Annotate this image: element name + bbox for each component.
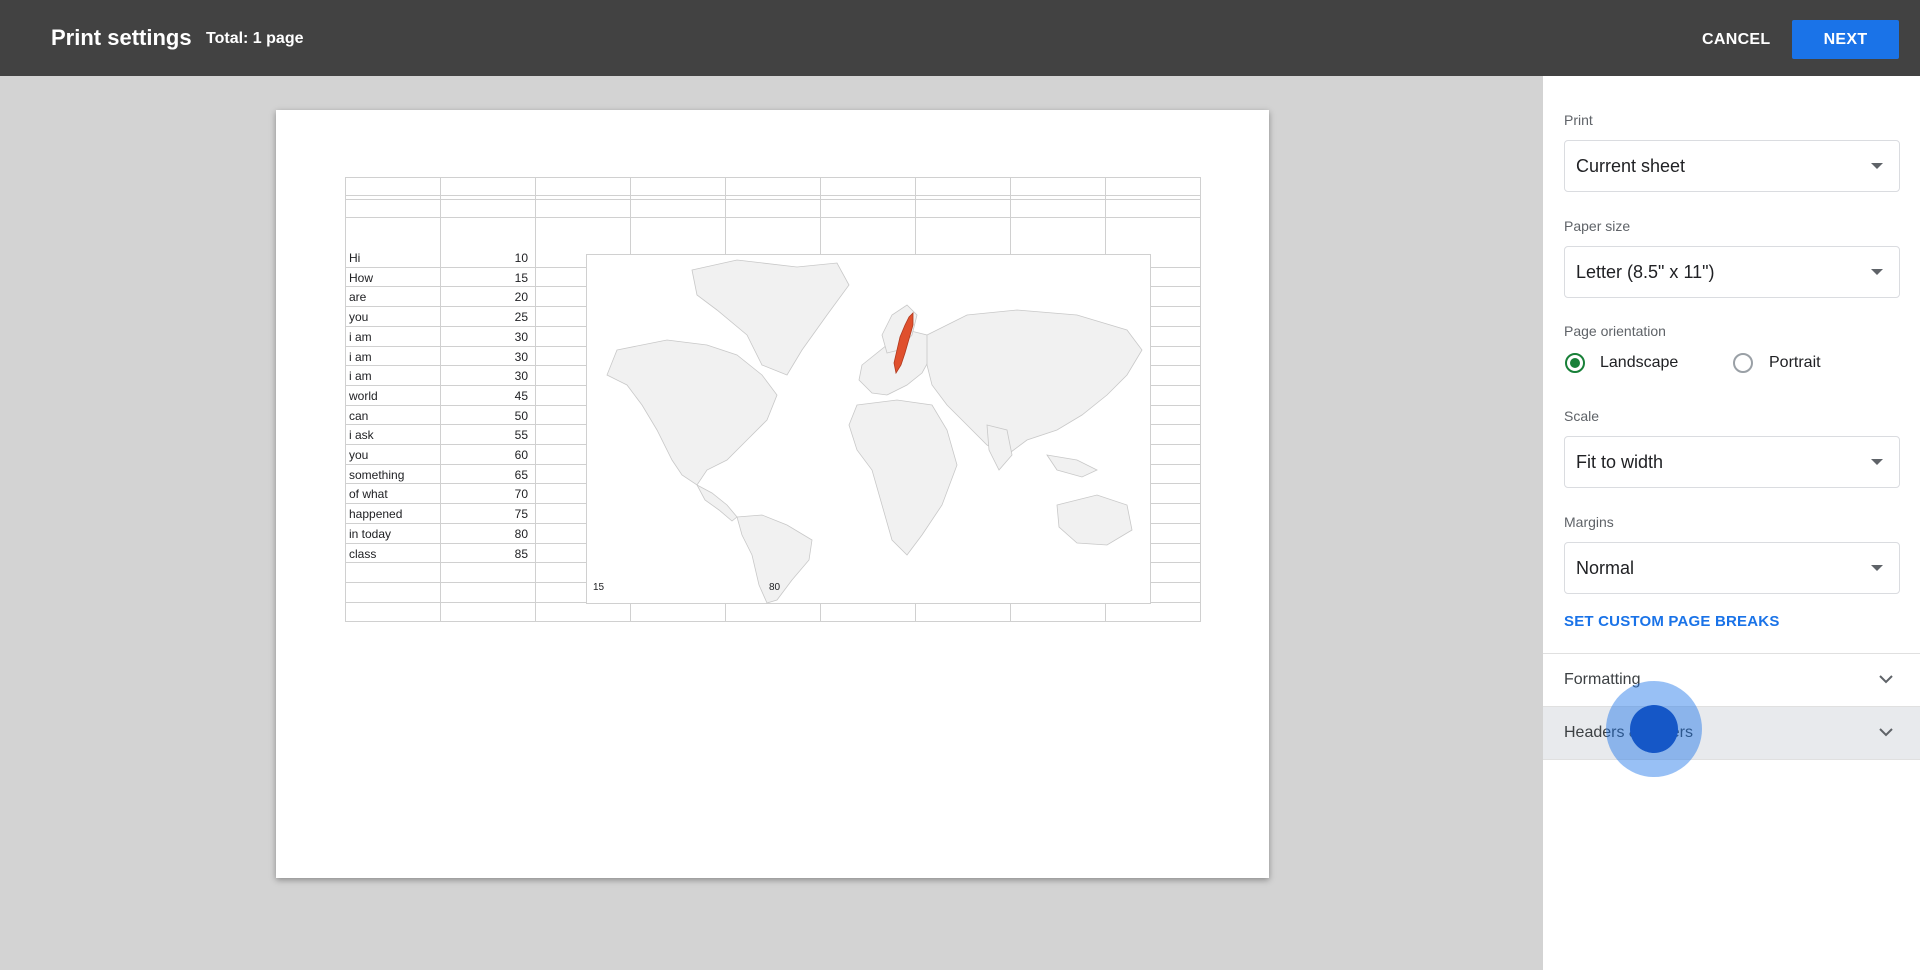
grid-row-line	[345, 621, 1200, 622]
portrait-radio-label[interactable]: Portrait	[1769, 354, 1821, 372]
grid-column-line	[1200, 177, 1201, 622]
cell-label: class	[349, 546, 377, 561]
grid-row-line	[345, 217, 1200, 218]
map-region-north-america	[606, 339, 778, 486]
cell-label: i am	[349, 329, 372, 344]
portrait-radio[interactable]	[1733, 353, 1753, 373]
cell-value: 80	[514, 526, 528, 541]
grid-row-line	[345, 177, 1200, 178]
next-button[interactable]: NEXT	[1792, 20, 1899, 59]
landscape-radio[interactable]	[1565, 353, 1585, 373]
margins-label: Margins	[1564, 514, 1614, 530]
margins-value: Normal	[1576, 558, 1635, 578]
map-region-australia	[1056, 494, 1133, 546]
print-select[interactable]: Current sheet	[1564, 140, 1900, 192]
cell-label: of what	[349, 487, 388, 502]
divider	[1543, 759, 1920, 760]
map-region-southeast-asia	[1046, 454, 1098, 478]
cell-value: 20	[514, 290, 528, 305]
cell-label: i am	[349, 349, 372, 364]
cell-label: How	[349, 270, 374, 285]
map-region-africa	[848, 399, 958, 556]
print-label: Print	[1564, 112, 1593, 128]
cell-value: 45	[514, 388, 528, 403]
orientation-label: Page orientation	[1564, 323, 1666, 339]
cell-label: Hi	[349, 251, 361, 265]
cell-label: world	[349, 388, 378, 403]
dropdown-caret-icon	[1871, 163, 1883, 169]
cell-value: 30	[514, 369, 528, 384]
top-bar: Print settings Total: 1 page CANCEL NEXT	[0, 0, 1920, 76]
print-preview-area: Hi 10 How 15 are 20 you 25 i am 30 i am 30 i am 30 wor…	[0, 76, 1543, 970]
print-settings-panel: Print Current sheet Paper size Letter (8…	[1543, 76, 1920, 970]
cell-value: 60	[514, 448, 528, 462]
cancel-button[interactable]: CANCEL	[1690, 21, 1782, 59]
grid-column-line	[345, 177, 346, 622]
map-region-central-america	[696, 484, 738, 522]
cell-label: can	[349, 408, 369, 423]
chevron-down-icon	[1879, 675, 1893, 684]
grid-row-line	[345, 195, 1200, 196]
dropdown-caret-icon	[1871, 459, 1883, 465]
cell-value: 15	[514, 270, 528, 285]
map-legend-max: 80	[769, 582, 781, 593]
cell-value: 10	[514, 251, 528, 265]
cell-label: you	[349, 310, 369, 325]
cell-label: something	[349, 467, 405, 482]
margins-select[interactable]: Normal	[1564, 542, 1900, 594]
dropdown-caret-icon	[1871, 565, 1883, 571]
formatting-label: Formatting	[1564, 671, 1641, 688]
dropdown-caret-icon	[1871, 269, 1883, 275]
headers-footers-section[interactable]: Headers & footers	[1543, 707, 1920, 759]
map-legend-min: 15	[593, 582, 605, 593]
paper-size-select[interactable]: Letter (8.5" x 11")	[1564, 246, 1900, 298]
world-map	[606, 259, 1143, 604]
cell-value: 65	[514, 467, 528, 482]
formatting-section[interactable]: Formatting	[1543, 654, 1920, 706]
cell-value: 55	[514, 428, 528, 443]
geo-chart: 15 80	[586, 254, 1151, 604]
grid-column-line	[535, 177, 536, 622]
cell-value: 30	[514, 349, 528, 364]
print-select-value: Current sheet	[1576, 156, 1686, 176]
total-pages: Total: 1 page	[206, 30, 304, 47]
scale-select[interactable]: Fit to width	[1564, 436, 1900, 488]
cell-label: you	[349, 448, 369, 462]
preview-page: Hi 10 How 15 are 20 you 25 i am 30 i am 30 i am 30 wor…	[276, 110, 1269, 878]
cell-value: 85	[514, 546, 528, 561]
cell-value: 70	[514, 487, 528, 502]
paper-size-value: Letter (8.5" x 11")	[1576, 262, 1715, 282]
headers-footers-label: Headers & footers	[1564, 724, 1693, 741]
cell-label: happened	[349, 507, 403, 522]
grid-row-line	[345, 199, 1200, 200]
cell-value: 50	[514, 408, 528, 423]
landscape-radio-label[interactable]: Landscape	[1600, 354, 1678, 372]
scale-label: Scale	[1564, 408, 1600, 424]
map-region-asia	[926, 309, 1143, 456]
cell-label: i am	[349, 369, 372, 384]
paper-size-label: Paper size	[1564, 218, 1631, 234]
cell-label: in today	[349, 526, 392, 541]
scale-value: Fit to width	[1576, 452, 1664, 472]
cell-value: 30	[514, 329, 528, 344]
set-custom-page-breaks-link[interactable]: SET CUSTOM PAGE BREAKS	[1564, 613, 1780, 630]
cell-value: 25	[514, 310, 528, 325]
cell-label: are	[349, 290, 367, 305]
cell-label: i ask	[349, 428, 374, 443]
page-title: Print settings	[51, 25, 192, 50]
cell-value: 75	[514, 507, 528, 522]
chevron-down-icon	[1879, 728, 1893, 737]
